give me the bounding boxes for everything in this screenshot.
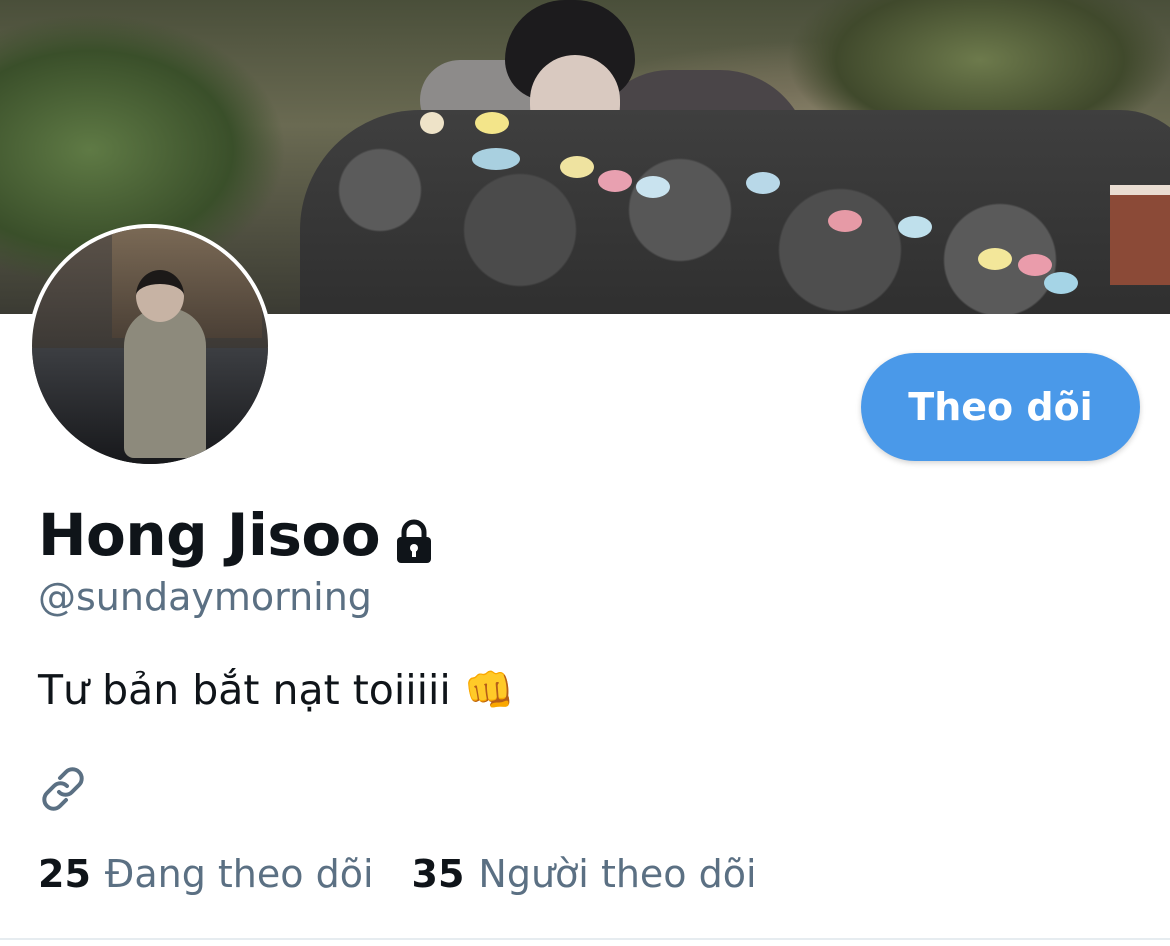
- lock-icon: [390, 511, 438, 563]
- user-handle: @sundaymorning: [38, 575, 372, 619]
- following-label: Đang theo dõi: [104, 852, 374, 896]
- banner-stone-wall: [300, 110, 1170, 314]
- followers-label: Người theo dõi: [478, 852, 757, 896]
- banner-deck: [1110, 185, 1170, 285]
- profile-bio: Tư bản bắt nạt toiiiii 👊: [38, 666, 515, 714]
- display-name-row: Hong Jisoo: [38, 500, 438, 570]
- following-count: 25: [38, 852, 91, 896]
- follow-stats: 25 Đang theo dõi 35 Người theo dõi: [38, 852, 757, 900]
- followers-stat[interactable]: 35 Người theo dõi: [412, 852, 757, 896]
- divider: [0, 938, 1170, 940]
- avatar[interactable]: [28, 224, 272, 468]
- link-icon[interactable]: [38, 764, 88, 814]
- followers-count: 35: [411, 852, 465, 896]
- profile-page: Theo dõi Hong Jisoo @sundaymorning Tư bả…: [0, 0, 1170, 946]
- following-stat[interactable]: 25 Đang theo dõi: [38, 852, 374, 896]
- display-name: Hong Jisoo: [38, 501, 381, 569]
- follow-button[interactable]: Theo dõi: [861, 353, 1140, 461]
